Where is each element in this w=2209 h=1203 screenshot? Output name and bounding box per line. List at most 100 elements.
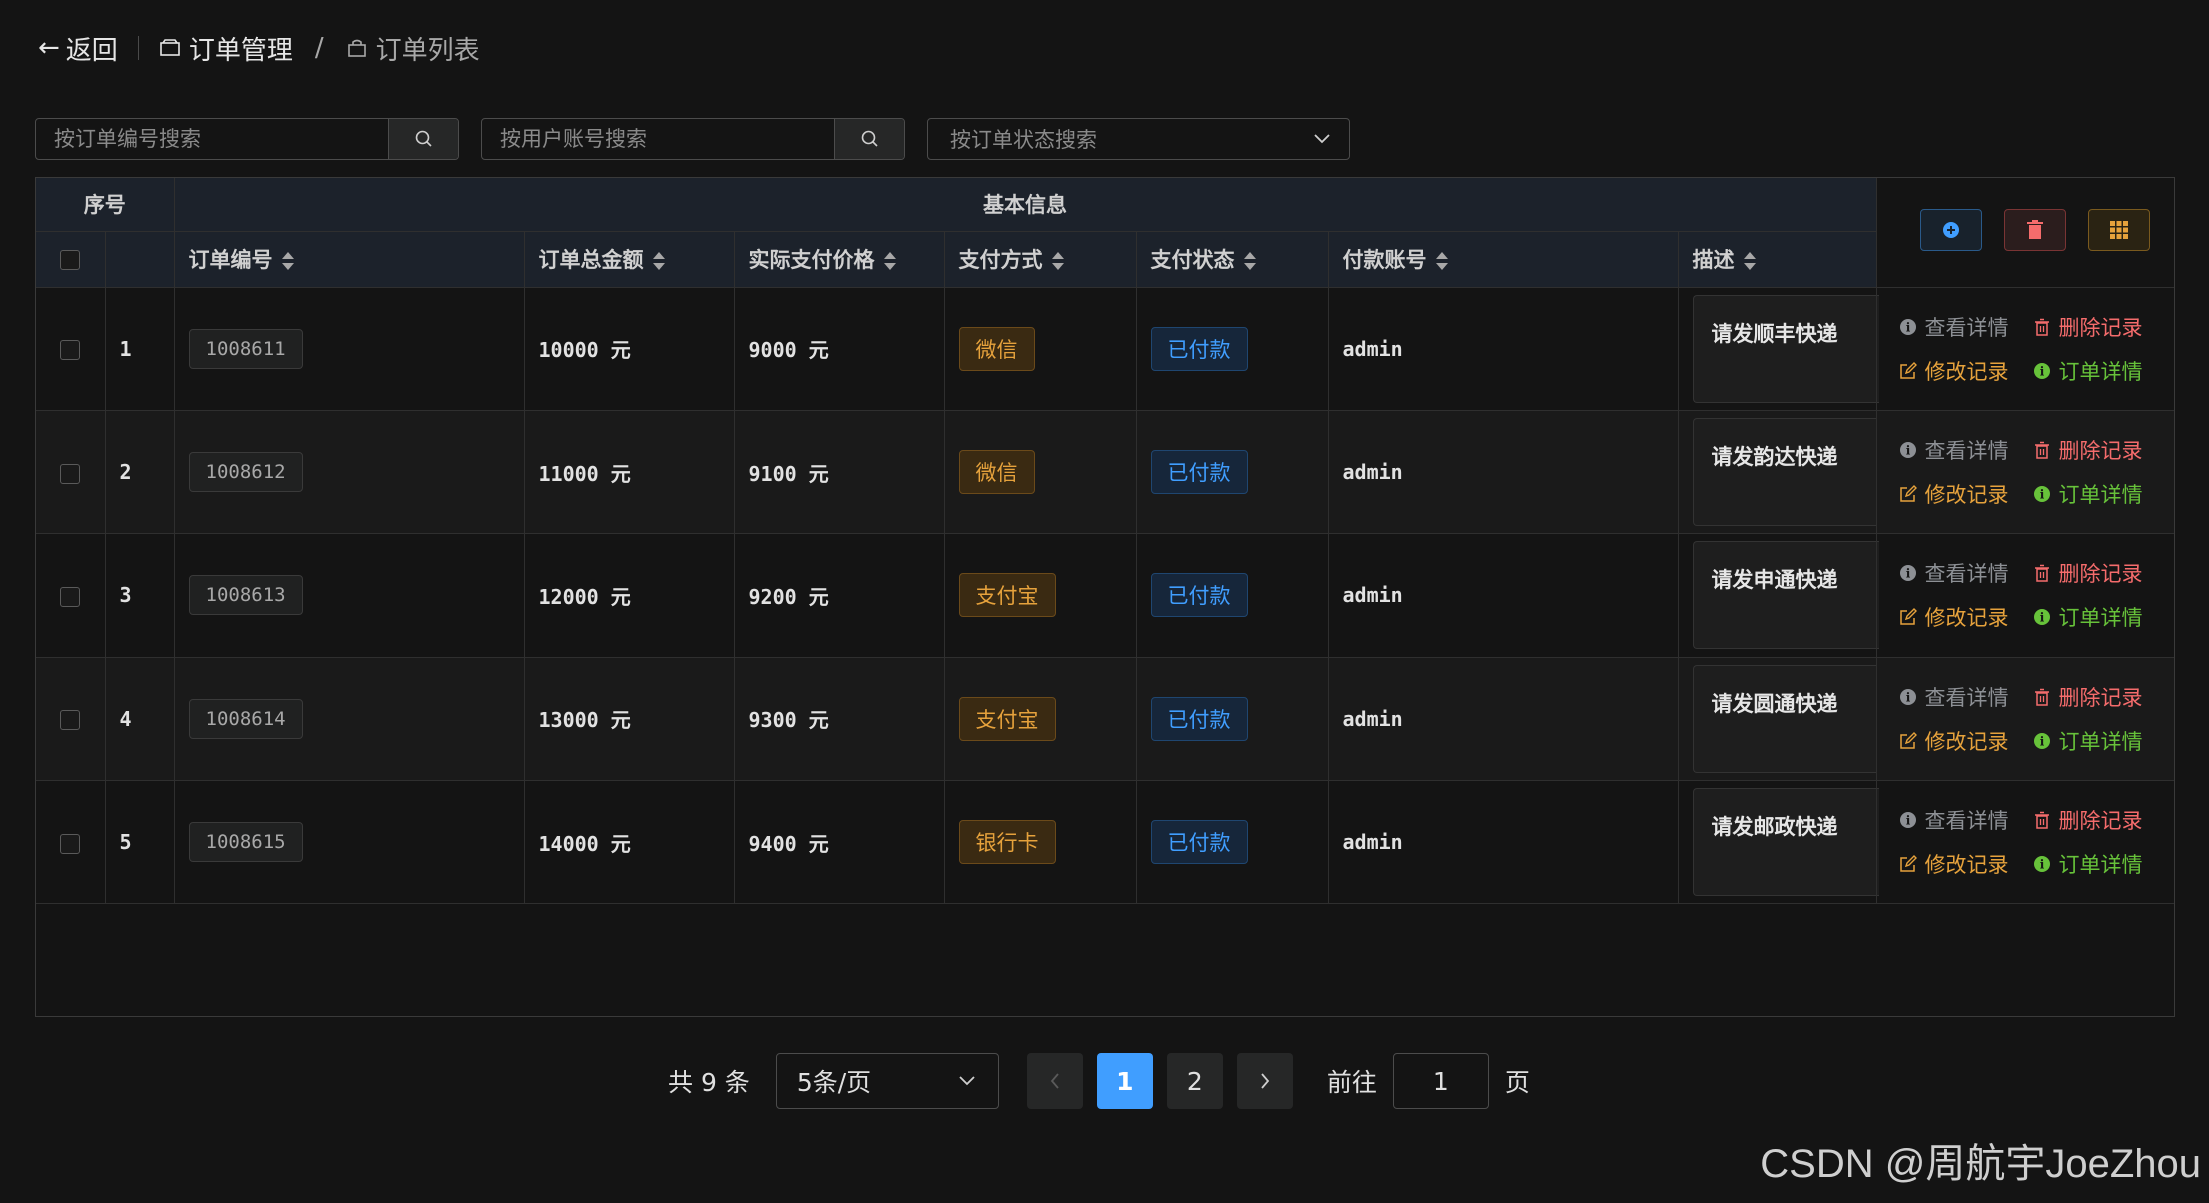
back-button[interactable]: ← 返回 — [38, 30, 118, 67]
next-page-button[interactable] — [1236, 1053, 1293, 1109]
sort-icon[interactable] — [883, 250, 897, 272]
delete-record-link[interactable]: 删除记录 — [2033, 805, 2163, 835]
search-icon — [415, 130, 432, 147]
breadcrumb-label: 订单列表 — [375, 35, 480, 66]
view-details-link[interactable]: i 查看详情 — [1899, 805, 2033, 835]
paid-cell: 9000 元 — [734, 287, 945, 411]
status-select[interactable]: 按订单状态搜索 — [927, 118, 1350, 160]
sort-icon[interactable] — [1743, 250, 1757, 272]
goto-label: 前往 — [1326, 1068, 1377, 1097]
method-cell: 微信 — [944, 287, 1137, 411]
column-header-method[interactable]: 支付方式 — [944, 231, 1137, 288]
info-icon: i — [2033, 732, 2050, 749]
account-cell: admin — [1328, 410, 1679, 535]
desc-cell: 请发邮政快递 — [1678, 780, 1879, 905]
column-header-status[interactable]: 支付状态 — [1136, 231, 1329, 288]
desc-popover: 请发申通快递 — [1692, 541, 1879, 650]
edit-record-link[interactable]: 修改记录 — [1899, 479, 2033, 509]
column-header-paid[interactable]: 实际支付价格 — [734, 231, 945, 288]
order-no-tag: 1008615 — [188, 822, 303, 863]
edit-icon — [1899, 361, 1917, 379]
order-no-search — [35, 118, 459, 160]
delete-record-link[interactable]: 删除记录 — [2033, 558, 2163, 588]
breadcrumb-order-management[interactable]: 订单管理 — [159, 30, 293, 67]
column-header-desc[interactable]: 描述 — [1678, 231, 1877, 288]
row-checkbox-cell — [36, 410, 106, 535]
edit-icon — [1899, 608, 1917, 626]
page-size-value: 5条/页 — [796, 1068, 872, 1097]
row-checkbox[interactable] — [60, 833, 81, 854]
svg-text:i: i — [2039, 611, 2044, 625]
total-cell: 12000 元 — [524, 533, 735, 658]
column-header-total[interactable]: 订单总金额 — [524, 231, 735, 288]
sort-icon[interactable] — [1243, 250, 1257, 272]
svg-text:i: i — [2039, 364, 2044, 378]
view-details-link[interactable]: i 查看详情 — [1899, 682, 2033, 712]
watermark: CSDN @周航宇JoeZhou — [1760, 1142, 2201, 1186]
delete-record-link[interactable]: 删除记录 — [2033, 682, 2163, 712]
order-details-link[interactable]: i 订单详情 — [2033, 479, 2163, 509]
paid-cell: 9300 元 — [734, 657, 945, 782]
view-details-link[interactable]: i 查看详情 — [1899, 312, 2033, 342]
edit-record-link[interactable]: 修改记录 — [1899, 356, 2033, 386]
order-details-link[interactable]: i 订单详情 — [2033, 602, 2163, 632]
sort-icon[interactable] — [1435, 250, 1449, 272]
goto-page-input[interactable] — [1392, 1053, 1489, 1109]
order-details-link[interactable]: i 订单详情 — [2033, 849, 2163, 879]
sort-icon[interactable] — [281, 250, 295, 272]
order-details-link[interactable]: i 订单详情 — [2033, 356, 2163, 386]
payment-method-tag: 银行卡 — [958, 820, 1056, 865]
delete-record-link[interactable]: 删除记录 — [2033, 435, 2163, 465]
info-icon: i — [2033, 856, 2050, 873]
desc-cell: 请发顺丰快递 — [1678, 287, 1879, 411]
total-cell: 13000 元 — [524, 657, 735, 782]
order-no-search-input[interactable] — [36, 119, 388, 159]
back-label: 返回 — [65, 35, 118, 66]
add-button[interactable] — [1920, 209, 1982, 251]
chevron-down-icon — [959, 1076, 975, 1086]
desc-cell: 请发申通快递 — [1678, 533, 1879, 658]
column-header-account[interactable]: 付款账号 — [1328, 231, 1679, 288]
paid-cell: 9400 元 — [734, 780, 945, 905]
row-checkbox-cell — [36, 533, 106, 658]
account-cell: admin — [1328, 287, 1679, 411]
page-size-select[interactable]: 5条/页 — [775, 1053, 999, 1109]
edit-record-link[interactable]: 修改记录 — [1899, 602, 2033, 632]
page-button-1[interactable]: 1 — [1096, 1053, 1153, 1109]
prev-page-button[interactable] — [1026, 1053, 1083, 1109]
select-all-checkbox[interactable] — [60, 250, 81, 270]
view-details-link[interactable]: i 查看详情 — [1899, 558, 2033, 588]
svg-text:i: i — [1905, 814, 1910, 828]
row-checkbox[interactable] — [60, 463, 81, 484]
search-bar: 按订单状态搜索 — [35, 118, 1350, 160]
column-settings-button[interactable] — [2088, 209, 2150, 251]
row-checkbox[interactable] — [60, 340, 81, 361]
info-icon: i — [2033, 362, 2050, 379]
table-row: 2 1008612 11000 元 9100 元微信 已付款 admin 请发韵达快递 i 查看… — [36, 410, 2174, 535]
status-cell: 已付款 — [1136, 410, 1329, 535]
page-button-2[interactable]: 2 — [1166, 1053, 1223, 1109]
row-index: 2 — [105, 410, 175, 535]
sort-icon[interactable] — [1051, 250, 1065, 272]
edit-record-link[interactable]: 修改记录 — [1899, 849, 2033, 879]
edit-record-link[interactable]: 修改记录 — [1899, 726, 2033, 756]
sort-icon[interactable] — [652, 250, 666, 272]
total-cell: 11000 元 — [524, 410, 735, 535]
order-no-search-button[interactable] — [388, 119, 458, 159]
status-cell: 已付款 — [1136, 287, 1329, 411]
trash-icon — [2034, 688, 2049, 706]
batch-delete-button[interactable] — [2004, 209, 2066, 251]
row-checkbox[interactable] — [60, 586, 81, 607]
method-cell: 支付宝 — [944, 533, 1137, 658]
order-details-link[interactable]: i 订单详情 — [2033, 726, 2163, 756]
info-icon: i — [2033, 609, 2050, 626]
delete-record-link[interactable]: 删除记录 — [2033, 312, 2163, 342]
column-header-order-no[interactable]: 订单编号 — [174, 231, 525, 288]
row-checkbox[interactable] — [60, 710, 81, 731]
table-row: 5 1008615 14000 元 9400 元银行卡 已付款 admin 请发邮政快递 i 查… — [36, 780, 2174, 905]
account-search-input[interactable] — [482, 119, 834, 159]
account-search-button[interactable] — [834, 119, 904, 159]
info-icon: i — [1899, 442, 1916, 459]
view-details-link[interactable]: i 查看详情 — [1899, 435, 2033, 465]
actions-cell: i 查看详情 删除记录 修改记录 i 订单详情 — [1876, 410, 2174, 535]
